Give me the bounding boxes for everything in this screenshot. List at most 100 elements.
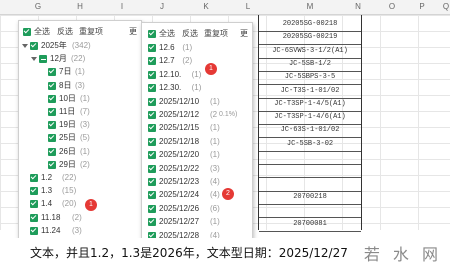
- item-checkbox[interactable]: [48, 134, 56, 143]
- filter-item[interactable]: 12.7 (2): [142, 54, 252, 68]
- filter-item[interactable]: 2025/12/10 (1): [142, 95, 252, 109]
- column-header-l[interactable]: L: [238, 0, 258, 14]
- filter-item[interactable]: 2025/12/20 (1): [142, 148, 252, 162]
- filter-item[interactable]: 19日 (3): [19, 118, 141, 132]
- filter-item[interactable]: 25日 (5): [19, 131, 141, 145]
- item-checkbox[interactable]: [48, 108, 56, 116]
- item-checkbox[interactable]: [48, 68, 56, 77]
- filter-item[interactable]: 7日 (1): [19, 65, 141, 79]
- filter-item[interactable]: 12月 (22): [19, 52, 141, 66]
- filter-item[interactable]: 2025/12/23 (4): [142, 175, 252, 189]
- item-checkbox[interactable]: [148, 137, 156, 146]
- item-checkbox[interactable]: [148, 97, 156, 106]
- filter-item[interactable]: 2025/12/12 (2 0.1%): [142, 108, 252, 122]
- more-button[interactable]: 更: [240, 27, 248, 41]
- select-all-checkbox[interactable]: [23, 28, 31, 36]
- filter-item[interactable]: 2025年 (342): [19, 39, 141, 53]
- item-checkbox[interactable]: [30, 213, 38, 222]
- data-column-m: 20205SG-00218 20205SG-00219 JC-6SVWS-3-1/2…: [258, 15, 362, 232]
- item-checkbox[interactable]: [48, 81, 56, 90]
- duplicates-button[interactable]: 重复项: [79, 25, 103, 39]
- filter-item[interactable]: 12.30. (1): [142, 81, 252, 95]
- column-header-k[interactable]: K: [196, 0, 216, 14]
- column-header-g[interactable]: G: [28, 0, 48, 14]
- item-label: 1.4: [41, 199, 53, 209]
- filter-item[interactable]: 1.2 (22): [19, 171, 141, 185]
- filter-item[interactable]: 10日 (1): [19, 92, 141, 106]
- column-header-h[interactable]: H: [70, 0, 90, 14]
- item-count: (1): [210, 217, 220, 227]
- item-checkbox[interactable]: [148, 204, 156, 213]
- filter-item[interactable]: 1.3 (15): [19, 184, 141, 198]
- item-checkbox[interactable]: [30, 187, 38, 196]
- item-checkbox[interactable]: [48, 147, 56, 156]
- item-label: 25日: [59, 133, 76, 143]
- filter-item[interactable]: 12.10. (1): [142, 68, 252, 82]
- filter-item[interactable]: 1.4 (20): [19, 197, 141, 211]
- item-label: 19日: [59, 120, 76, 130]
- filter-item[interactable]: 11.24 (3): [19, 224, 141, 238]
- filter-item[interactable]: 2025/12/24 (4): [142, 188, 252, 202]
- filter-panel-date-tree[interactable]: 全选 反选 重复项 更 2025年 (342) 12月 (22) 7日 (1) 8日 (3) 1…: [18, 20, 142, 240]
- item-checkbox[interactable]: [148, 151, 156, 160]
- column-header-i[interactable]: I: [112, 0, 132, 14]
- expand-caret-icon[interactable]: [22, 44, 28, 48]
- item-checkbox[interactable]: [148, 57, 156, 66]
- select-all-checkbox[interactable]: [148, 30, 156, 38]
- column-header-j[interactable]: J: [152, 0, 172, 14]
- item-count: (1): [182, 43, 193, 52]
- filter-item[interactable]: 11.18 (2): [19, 211, 141, 225]
- table-cell[interactable]: 20700081: [259, 217, 361, 232]
- caption-bar: 文本，并且1.2，1.3是2026年，文本型日期：2025/12/27 若 水 …: [0, 238, 450, 266]
- filter-item[interactable]: 11日 (7): [19, 105, 141, 119]
- more-button[interactable]: 更: [129, 25, 137, 39]
- item-count: (22): [71, 54, 86, 64]
- filter-item[interactable]: 2025/12/27 (1): [142, 215, 252, 229]
- item-checkbox[interactable]: [30, 42, 38, 50]
- item-count: (342): [72, 41, 91, 50]
- item-checkbox[interactable]: [48, 94, 56, 103]
- item-checkbox[interactable]: [30, 174, 38, 182]
- column-header-q[interactable]: Q: [436, 0, 450, 14]
- duplicates-button[interactable]: 重复项: [204, 27, 228, 41]
- invert-selection-button[interactable]: 反选: [182, 27, 198, 41]
- column-header-m[interactable]: M: [300, 0, 320, 14]
- filter-item[interactable]: 26日 (1): [19, 145, 141, 159]
- item-checkbox[interactable]: [148, 44, 156, 52]
- filter-item[interactable]: 29日 (2): [19, 158, 141, 172]
- item-count: (5): [80, 133, 90, 143]
- column-header-bar: G H I J K L M N O P Q: [0, 0, 450, 15]
- item-checkbox[interactable]: [148, 70, 156, 79]
- column-header-n[interactable]: N: [348, 0, 368, 14]
- item-count: (1): [75, 67, 85, 77]
- item-label: 11日: [59, 107, 76, 116]
- item-checkbox[interactable]: [148, 111, 156, 119]
- item-checkbox[interactable]: [48, 160, 56, 169]
- item-label: 2025/12/10: [159, 96, 200, 106]
- item-checkbox[interactable]: [148, 164, 156, 173]
- item-count: (3): [210, 163, 220, 173]
- expand-caret-icon[interactable]: [31, 57, 37, 62]
- item-checkbox[interactable]: [39, 55, 47, 64]
- filter-item[interactable]: 8日 (3): [19, 79, 141, 93]
- select-all-label[interactable]: 全选: [159, 27, 175, 41]
- item-checkbox[interactable]: [48, 121, 56, 130]
- filter-item[interactable]: 2025/12/18 (1): [142, 135, 252, 149]
- item-checkbox[interactable]: [148, 124, 156, 133]
- select-all-label[interactable]: 全选: [34, 25, 50, 39]
- filter-item[interactable]: 2025/12/15 (1): [142, 121, 252, 135]
- item-count: (3): [72, 225, 82, 235]
- item-checkbox[interactable]: [148, 178, 156, 186]
- filter-item[interactable]: 12.6 (1): [142, 41, 252, 55]
- item-checkbox[interactable]: [30, 200, 38, 209]
- filter-item[interactable]: 2025/12/22 (3): [142, 162, 252, 176]
- item-checkbox[interactable]: [148, 84, 156, 93]
- column-header-p[interactable]: P: [412, 0, 432, 14]
- item-checkbox[interactable]: [148, 191, 156, 200]
- item-checkbox[interactable]: [148, 218, 156, 227]
- invert-selection-button[interactable]: 反选: [57, 25, 73, 39]
- filter-panel-text-dates[interactable]: 全选 反选 重复项 更 12.6 (1) 12.7 (2) 12.10. (1) 12.30…: [141, 22, 253, 240]
- filter-item[interactable]: 2025/12/26 (6): [142, 202, 252, 216]
- item-checkbox[interactable]: [30, 226, 38, 235]
- column-header-o[interactable]: O: [382, 0, 402, 14]
